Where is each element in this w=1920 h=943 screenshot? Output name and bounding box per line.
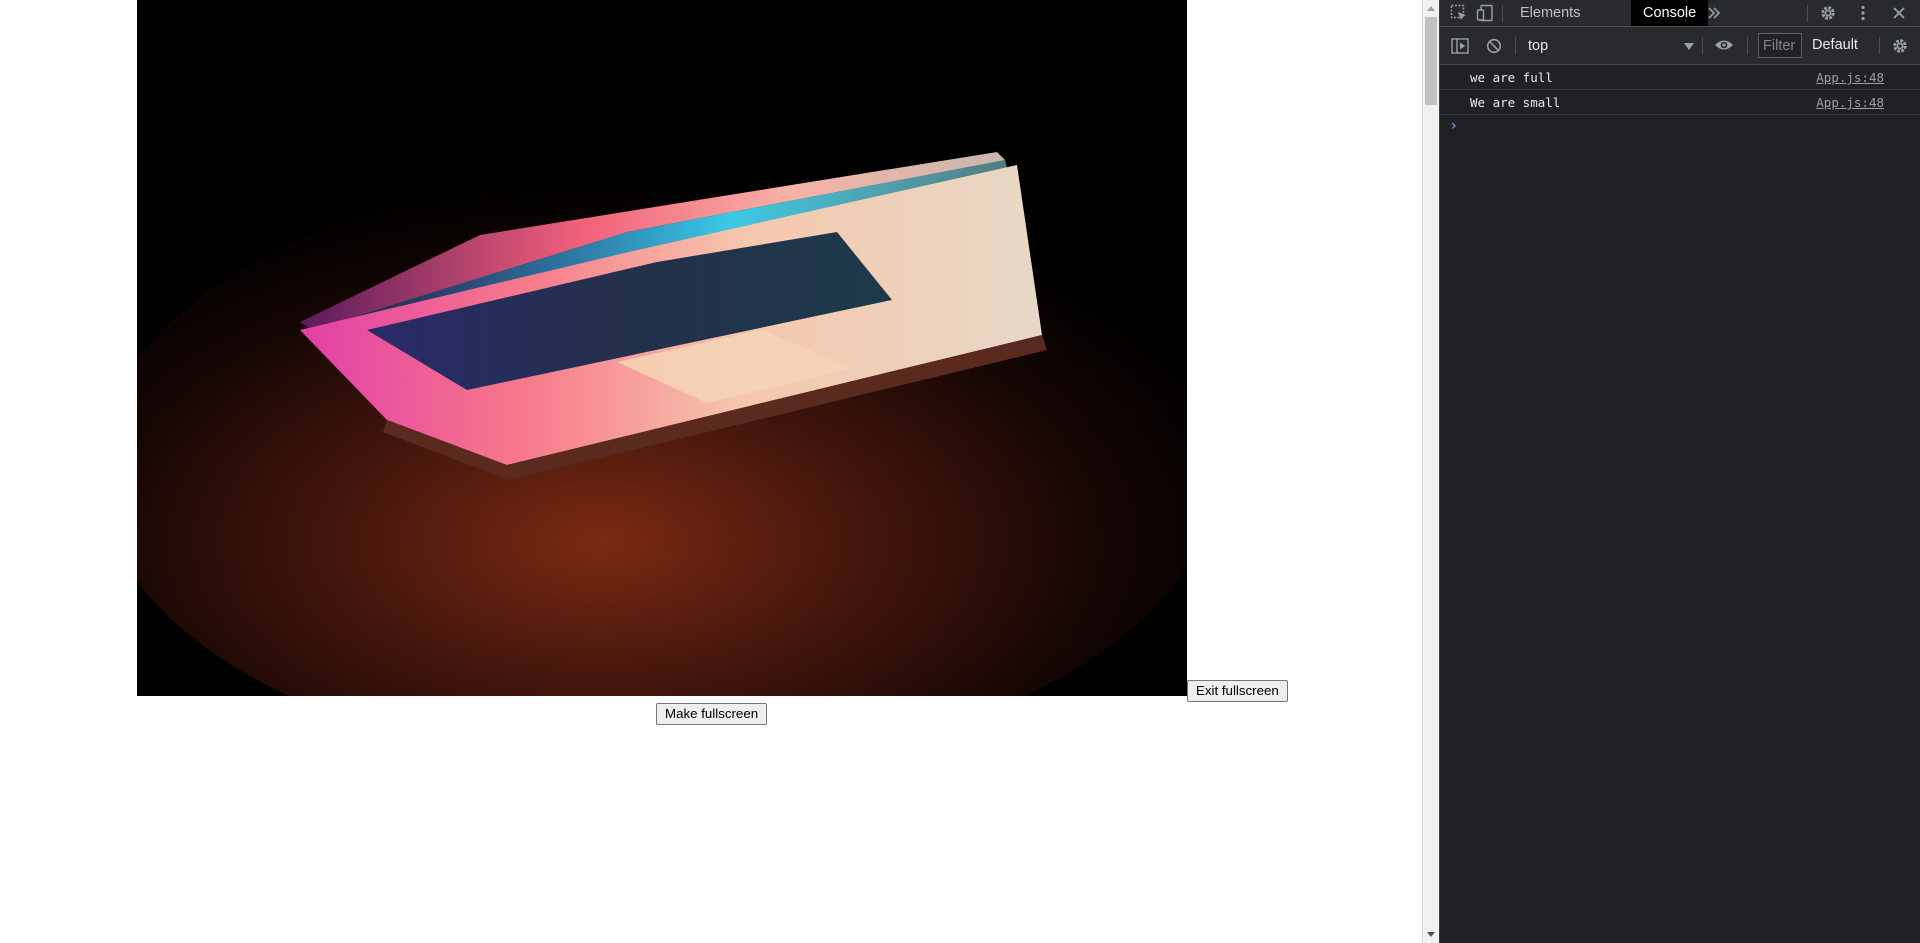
scroll-up-arrow[interactable] [1423,0,1439,17]
context-label: top [1528,38,1549,54]
exit-fullscreen-button[interactable]: Exit fullscreen [1187,680,1288,702]
devtools-panel: Elements Console top Filter Default we a… [1440,0,1920,943]
log-levels-dropdown[interactable]: Default [1812,33,1858,58]
console-prompt[interactable]: › [1440,115,1920,139]
console-messages: we are full App.js:48 We are small App.j… [1440,65,1920,943]
console-source-link[interactable]: App.js:48 [1816,70,1884,85]
prompt-chevron-icon: › [1451,118,1457,134]
devtools-tabbar: Elements Console [1440,0,1920,27]
more-tabs-icon[interactable] [1704,3,1724,23]
eye-icon[interactable] [1712,35,1736,55]
filter-input[interactable] [1758,33,1802,58]
toolbar-separator [1502,5,1503,22]
laptop-image [137,0,1187,696]
toolbar-separator [1515,37,1516,54]
tab-elements[interactable]: Elements [1508,0,1592,26]
clear-console-icon[interactable] [1484,36,1504,56]
console-message-text: we are full [1470,70,1553,85]
tab-console[interactable]: Console [1631,0,1709,26]
close-icon[interactable] [1888,2,1910,24]
console-message: we are full App.js:48 [1440,65,1920,90]
console-source-link[interactable]: App.js:48 [1816,95,1884,110]
toolbar-separator [1747,37,1748,54]
toolbar-separator [1879,37,1880,54]
sidebar-toggle-icon[interactable] [1450,36,1470,56]
gear-icon[interactable] [1817,2,1839,24]
laptop-photo [137,0,1187,696]
scroll-down-arrow[interactable] [1423,926,1439,943]
console-message-text: We are small [1470,95,1561,110]
console-toolbar: top Default [1440,27,1920,65]
device-toggle-icon[interactable] [1474,3,1496,23]
kebab-menu-icon[interactable] [1853,2,1873,24]
toolbar-separator [1702,37,1703,54]
chevron-down-icon [1684,43,1694,50]
page-scrollbar[interactable] [1422,0,1439,943]
toolbar-separator [1807,5,1808,22]
scroll-thumb[interactable] [1425,17,1437,105]
console-message: We are small App.js:48 [1440,90,1920,115]
inspect-element-icon[interactable] [1448,3,1470,23]
page-viewport: Exit fullscreen Make fullscreen [0,0,1422,943]
context-selector[interactable]: top [1528,35,1696,57]
console-settings-gear-icon[interactable] [1889,35,1911,57]
make-fullscreen-button[interactable]: Make fullscreen [656,703,768,725]
